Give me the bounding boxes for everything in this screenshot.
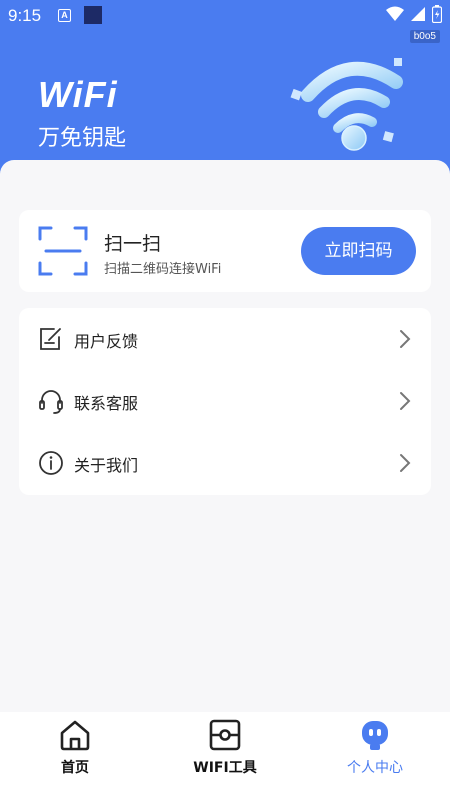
menu-item-about-us[interactable]: 关于我们: [19, 432, 431, 494]
bottom-tab-bar: 首页 WIFI工具 个人中心: [0, 712, 450, 800]
battery-icon: [432, 5, 442, 23]
info-icon: [39, 451, 63, 475]
tab-label: 首页: [61, 760, 89, 776]
chevron-right-icon: [400, 454, 411, 472]
main-content: 扫一扫 扫描二维码连接WiFi 立即扫码 用户反馈 联系客服 关于我们: [0, 160, 450, 712]
scan-subtitle: 扫描二维码连接WiFi: [104, 262, 222, 277]
scan-card[interactable]: 扫一扫 扫描二维码连接WiFi 立即扫码: [19, 210, 431, 292]
notification-square-icon: [84, 6, 102, 24]
menu-item-label: 用户反馈: [74, 332, 139, 351]
brand-name: 万免钥匙: [38, 126, 127, 151]
chevron-right-icon: [400, 392, 411, 410]
brand-logo: WiFi: [38, 74, 118, 115]
signal-icon: [411, 7, 425, 21]
scan-now-button[interactable]: 立即扫码: [301, 227, 416, 275]
headset-icon: [39, 390, 63, 414]
debug-tag: b0o5: [409, 30, 440, 43]
notification-app-icon: A: [58, 9, 71, 22]
feedback-icon: [40, 328, 61, 350]
tab-label: WIFI工具: [193, 760, 257, 776]
status-bar: 9:15 A: [0, 0, 450, 32]
scan-frame-icon: [38, 226, 88, 276]
chevron-right-icon: [400, 330, 411, 348]
scan-title: 扫一扫: [104, 233, 162, 255]
tab-profile[interactable]: 个人中心: [300, 712, 450, 800]
menu-item-feedback[interactable]: 用户反馈: [19, 308, 431, 370]
tab-wifi-tools[interactable]: WIFI工具: [150, 712, 300, 800]
status-time: 9:15: [8, 6, 42, 25]
status-icons: [386, 5, 442, 23]
router-tool-icon: [209, 719, 241, 751]
wifi-illustration-icon: [290, 58, 403, 151]
tab-label: 个人中心: [347, 760, 403, 776]
menu-item-customer-service[interactable]: 联系客服: [19, 370, 431, 432]
tab-home[interactable]: 首页: [0, 712, 150, 800]
menu-item-label: 关于我们: [74, 456, 139, 475]
wifi-icon: [386, 6, 404, 21]
menu-item-label: 联系客服: [74, 394, 139, 413]
home-icon: [60, 720, 90, 751]
menu-card: 用户反馈 联系客服 关于我们: [19, 308, 431, 495]
profile-robot-icon: [362, 721, 388, 750]
